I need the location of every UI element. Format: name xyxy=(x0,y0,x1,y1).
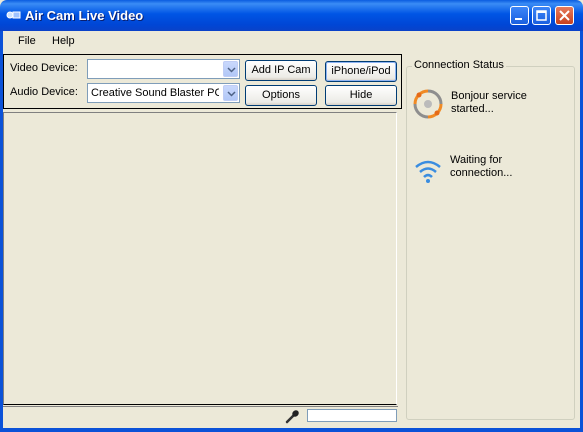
menu-bar: File Help xyxy=(3,31,580,52)
options-button[interactable]: Options xyxy=(245,85,317,106)
chevron-down-icon xyxy=(227,91,236,97)
device-panel: Video Device: Audio Device: Creative Sou… xyxy=(3,54,402,109)
video-device-label: Video Device: xyxy=(10,62,78,74)
waiting-status-text: Waiting for connection... xyxy=(450,154,513,179)
menu-help[interactable]: Help xyxy=(52,35,75,47)
audio-device-dropdown-button[interactable] xyxy=(223,85,238,101)
connection-status-group xyxy=(406,66,575,420)
hide-button[interactable]: Hide xyxy=(325,85,397,106)
wifi-icon xyxy=(415,160,441,183)
maximize-icon xyxy=(536,10,547,21)
menu-file[interactable]: File xyxy=(18,35,36,47)
maximize-button[interactable] xyxy=(532,6,551,25)
minimize-button[interactable] xyxy=(510,6,529,25)
video-preview-area xyxy=(3,112,397,405)
taskbar-edge xyxy=(0,428,583,432)
audio-device-label: Audio Device: xyxy=(10,86,78,98)
bonjour-icon xyxy=(413,89,443,119)
chevron-down-icon xyxy=(227,67,236,73)
title-bar[interactable]: Air Cam Live Video xyxy=(0,0,583,31)
audio-device-value: Creative Sound Blaster PCI xyxy=(91,87,219,99)
close-button[interactable] xyxy=(555,6,574,25)
bonjour-status-text: Bonjour service started... xyxy=(451,90,527,115)
video-device-dropdown-button[interactable] xyxy=(223,61,238,77)
iphone-ipod-button[interactable]: iPhone/iPod xyxy=(325,61,397,82)
audio-device-select[interactable]: Creative Sound Blaster PCI xyxy=(87,83,240,103)
add-ip-cam-button[interactable]: Add IP Cam xyxy=(245,60,317,81)
audio-level-meter xyxy=(307,409,397,422)
window-title: Air Cam Live Video xyxy=(25,8,144,23)
divider xyxy=(3,406,398,407)
microphone-icon[interactable] xyxy=(285,408,301,424)
close-icon xyxy=(559,10,570,21)
minimize-icon xyxy=(515,18,522,20)
app-icon xyxy=(6,11,21,19)
video-device-select[interactable] xyxy=(87,59,240,79)
connection-status-legend: Connection Status xyxy=(412,59,506,71)
